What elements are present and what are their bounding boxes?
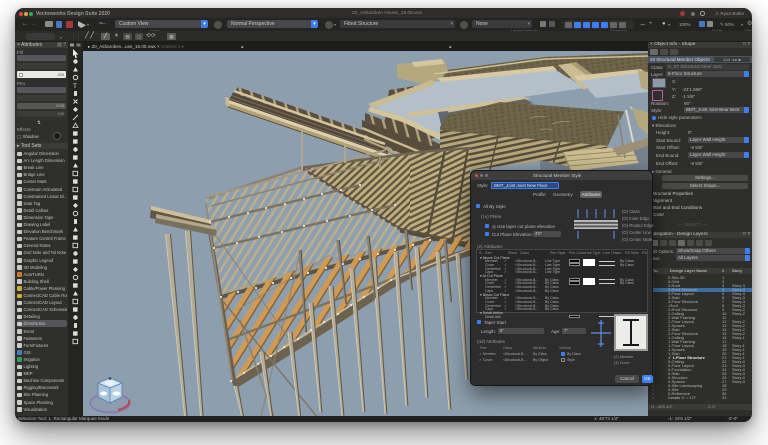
svg-text:T: T <box>73 83 77 90</box>
